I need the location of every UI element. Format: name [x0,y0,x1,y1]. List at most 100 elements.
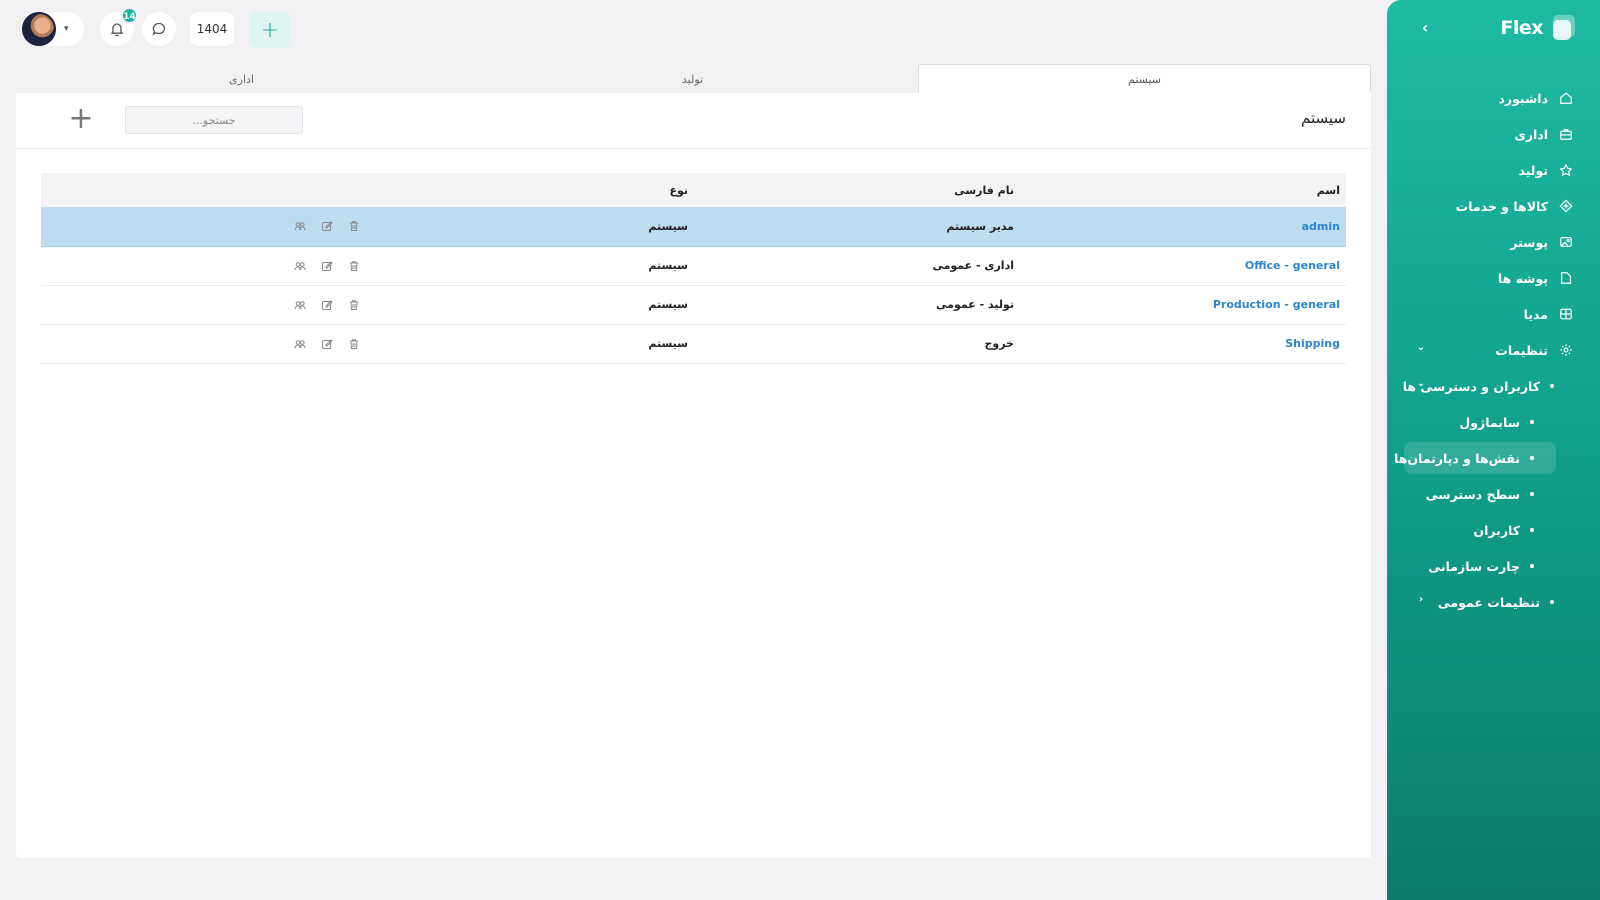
delete-icon[interactable] [347,337,360,350]
sidebar-item-production[interactable]: تولید [1387,152,1600,188]
cell-actions [41,285,368,325]
cell-name[interactable]: admin [1020,207,1346,247]
edit-icon[interactable] [320,298,333,311]
row-actions [41,337,368,350]
cell-actions [41,324,368,364]
bullet-icon [1530,564,1534,568]
sidebar-item-label: تنظیمات عمومی [1437,594,1540,610]
bullet-icon [1530,420,1534,424]
sidebar-item-roles-departments[interactable]: نقش‌ها و دپارتمان‌ها [1387,440,1600,476]
chevron-down-icon[interactable]: ⌄ [1415,378,1427,389]
sidebar-item-label: سطح دسترسی [1425,486,1520,502]
sidebar-item-general-settings[interactable]: تنظیمات عمومی ‹ [1387,584,1600,620]
cell-actions [41,207,368,247]
cell-name[interactable]: Office - general [1020,246,1346,286]
brand-logo[interactable]: Flex [1500,15,1575,41]
sidebar-collapse-button[interactable]: › [1415,18,1435,38]
users-icon[interactable] [293,298,306,311]
cell-type: سیستم [368,324,694,364]
cell-persian-name: تولید - عمومی [694,285,1020,325]
sidebar-item-org-chart[interactable]: چارت سازمانی [1387,548,1600,584]
support-chat-button[interactable] [142,12,176,46]
chevron-down-icon: ▾ [64,24,69,34]
cell-type: سیستم [368,207,694,247]
card-header: سیستم + [16,93,1371,149]
delete-icon[interactable] [347,259,360,272]
roles-table: اسم نام فارسی نوع admin مدیر سیستم سیستم [41,173,1346,364]
topbar: ▾ 14 1404 + [0,0,1387,58]
table-row[interactable]: Production - general تولید - عمومی سیستم [41,285,1346,325]
chevron-down-icon[interactable]: ⌄ [1415,342,1427,353]
tab-bar: سیستم تولید اداری [16,64,1371,94]
edit-icon[interactable] [320,220,333,233]
column-header-persian-name[interactable]: نام فارسی [694,173,1020,207]
cell-type: سیستم [368,246,694,286]
users-icon[interactable] [293,220,306,233]
edit-icon[interactable] [320,337,333,350]
sidebar-item-users-access[interactable]: کاربران و دسترسی ها ⌄ [1387,368,1600,404]
box-icon [1558,198,1574,214]
sidebar-item-label: چارت سازمانی [1428,558,1520,574]
sidebar-item-office[interactable]: اداری [1387,116,1600,152]
content-card: سیستم + اسم نام فارسی نوع admin مدیر سیس… [16,93,1371,858]
cell-name[interactable]: Shipping [1020,324,1346,364]
sidebar-item-label: اداری [1514,126,1548,142]
sidebar-header: Flex › [1387,0,1600,58]
sidebar-nav: داشبورد اداری تولید کالاها و خدمات پوستر… [1387,80,1600,620]
sidebar-item-label: نقش‌ها و دپارتمان‌ها [1394,450,1520,466]
row-actions [41,259,368,272]
sidebar-item-label: کاربران [1473,522,1520,538]
sidebar-item-access-level[interactable]: سطح دسترسی [1387,476,1600,512]
column-header-type[interactable]: نوع [368,173,694,207]
cell-persian-name: مدیر سیستم [694,207,1020,247]
page-title: سیستم [1301,109,1346,127]
chevron-left-icon[interactable]: ‹ [1415,594,1427,605]
factory-icon [1558,162,1574,178]
row-actions [41,220,368,233]
bullet-icon [1550,384,1554,388]
sidebar-item-label: کالاها و خدمات [1455,198,1548,214]
gear-icon [1558,342,1574,358]
users-icon[interactable] [293,337,306,350]
sidebar-item-users[interactable]: کاربران [1387,512,1600,548]
bell-icon [110,23,124,37]
briefcase-icon [1558,126,1574,142]
quick-add-button[interactable]: + [249,12,291,48]
notification-count-badge: 14 [121,7,138,24]
folder-icon [1558,270,1574,286]
table-row[interactable]: Shipping خروج سیستم [41,324,1346,364]
bullet-icon [1530,492,1534,496]
sidebar-item-folders[interactable]: پوشه ها [1387,260,1600,296]
image-icon [1558,234,1574,250]
tab-production[interactable]: تولید [467,64,918,94]
tab-office[interactable]: اداری [16,64,467,94]
column-header-name[interactable]: اسم [1020,173,1346,207]
user-menu[interactable]: ▾ [22,12,84,46]
avatar [22,12,56,46]
cell-type: سیستم [368,285,694,325]
cell-name[interactable]: Production - general [1020,285,1346,325]
sidebar-item-poster[interactable]: پوستر [1387,224,1600,260]
sidebar-item-submodule[interactable]: سابماژول [1387,404,1600,440]
sidebar-item-media[interactable]: مدیا [1387,296,1600,332]
users-icon[interactable] [293,259,306,272]
notifications-button[interactable]: 14 [100,7,138,46]
delete-icon[interactable] [347,220,360,233]
home-icon [1558,90,1574,106]
row-actions [41,298,368,311]
sidebar-item-label: تولید [1518,162,1548,178]
logo-mark-icon [1549,15,1575,41]
add-role-button[interactable]: + [68,104,94,135]
table-header-row: اسم نام فارسی نوع [41,173,1346,207]
table-row[interactable]: Office - general اداری - عمومی سیستم [41,246,1346,286]
cell-persian-name: خروج [694,324,1020,364]
sidebar-item-settings[interactable]: تنظیمات ⌄ [1387,332,1600,368]
delete-icon[interactable] [347,298,360,311]
tab-system[interactable]: سیستم [918,64,1371,94]
table-row[interactable]: admin مدیر سیستم سیستم [41,207,1346,247]
fiscal-year-selector[interactable]: 1404 [190,12,234,46]
sidebar-item-dashboard[interactable]: داشبورد [1387,80,1600,116]
edit-icon[interactable] [320,259,333,272]
sidebar-item-goods-services[interactable]: کالاها و خدمات [1387,188,1600,224]
search-input[interactable] [125,106,303,134]
